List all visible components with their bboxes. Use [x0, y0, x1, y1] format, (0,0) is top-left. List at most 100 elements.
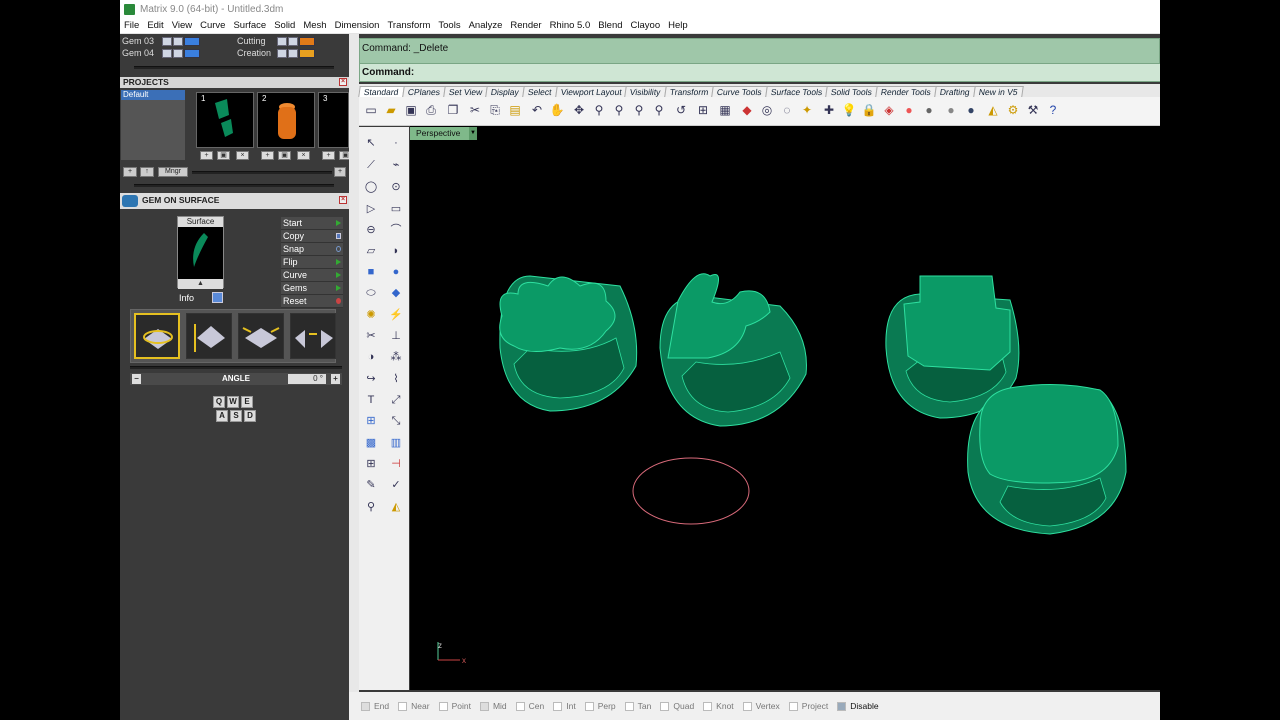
render-preview-icon[interactable]: ● [943, 102, 959, 118]
color-wheel-icon[interactable]: ● [901, 102, 917, 118]
menu-analyze[interactable]: Analyze [469, 20, 503, 31]
scale-icon[interactable]: ⤢ [388, 392, 404, 408]
hatch-icon[interactable]: ▥ [388, 435, 404, 451]
pan-hand-icon[interactable]: ✋ [549, 102, 565, 118]
trim-icon[interactable]: ✂ [363, 328, 379, 344]
layer-row[interactable]: Cutting [237, 35, 316, 47]
osnap-checkbox[interactable] [742, 701, 752, 711]
gem-rotate-icon[interactable] [134, 313, 180, 359]
arc-icon[interactable]: ▷ [363, 201, 379, 217]
osnap-int[interactable]: Int [553, 701, 576, 711]
layer-color-swatch[interactable] [184, 36, 200, 46]
osnap-checkbox[interactable] [660, 701, 670, 711]
projects-zoom-slider[interactable] [192, 171, 332, 174]
rectangle-icon[interactable]: ▭ [388, 201, 404, 217]
save-icon[interactable]: ▣ [403, 102, 419, 118]
tab-viewport-layout[interactable]: Viewport Layout [554, 86, 628, 97]
dim-icon[interactable]: ◭ [985, 102, 1001, 118]
undo-view-icon[interactable]: ↺ [673, 102, 689, 118]
group-icon[interactable]: ⁂ [388, 349, 404, 365]
check-icon[interactable]: ✓ [388, 477, 404, 493]
key-d[interactable]: D [244, 410, 256, 422]
thumb-add-icon[interactable]: + [200, 151, 213, 160]
osnap-cen[interactable]: Cen [515, 701, 544, 711]
control-point-curve-icon[interactable]: ⌁ [388, 157, 404, 173]
four-viewports-icon[interactable]: ⊞ [695, 102, 711, 118]
key-w[interactable]: W [227, 396, 239, 408]
key-a[interactable]: A [216, 410, 228, 422]
point-on-icon[interactable]: ✚ [821, 102, 837, 118]
layer-visible-icon[interactable] [277, 48, 287, 58]
info-icon[interactable] [212, 292, 223, 303]
menu-mesh[interactable]: Mesh [303, 20, 326, 31]
tab-display[interactable]: Display [485, 86, 525, 97]
circle-icon[interactable]: ◯ [363, 179, 379, 195]
help-icon[interactable]: ? [1045, 102, 1061, 118]
thumb-save-icon[interactable]: ▣ [278, 151, 291, 160]
viewport-title-tab[interactable]: Perspective ▼ [410, 127, 477, 140]
polyline-icon[interactable]: ⟋ [363, 157, 379, 173]
menu-rhino[interactable]: Rhino 5.0 [550, 20, 591, 31]
osnap-checkbox[interactable] [788, 701, 798, 711]
fillet-icon[interactable]: ↪ [363, 371, 379, 387]
osnap-checkbox[interactable] [479, 701, 489, 711]
split-icon[interactable]: ⊥ [388, 328, 404, 344]
car-icon[interactable]: ◆ [739, 102, 755, 118]
boolean-icon[interactable]: ◑ [363, 349, 379, 365]
sphere-icon[interactable]: ● [388, 264, 404, 280]
menu-curve[interactable]: Curve [200, 20, 225, 31]
osnap-checkbox[interactable] [515, 701, 525, 711]
tab-standard[interactable]: Standard [358, 86, 405, 97]
surface-expand-icon[interactable]: ▲ [178, 279, 223, 289]
grid-icon[interactable]: ⊞ [363, 456, 379, 472]
layers-splitter[interactable] [134, 66, 334, 69]
reset-button[interactable]: Reset [281, 295, 343, 308]
projects-splitter[interactable] [134, 184, 334, 187]
open-folder-icon[interactable]: ▰ [383, 102, 399, 118]
angle-decrease-button[interactable]: − [132, 374, 141, 384]
layer-row[interactable]: Gem 04 [122, 47, 201, 59]
tab-set-view[interactable]: Set View [442, 86, 488, 97]
up-project-button[interactable]: ↑ [140, 167, 154, 177]
project-default-item[interactable]: Default [121, 90, 185, 100]
layer-lock-icon[interactable] [173, 36, 183, 46]
osnap-checkbox[interactable] [624, 701, 634, 711]
light-bulb-icon[interactable]: 💡 [841, 102, 857, 118]
gem-scroll[interactable] [130, 366, 342, 369]
menu-blend[interactable]: Blend [598, 20, 622, 31]
wireframe-icon[interactable]: ◎ [759, 102, 775, 118]
layer-visible-icon[interactable] [277, 36, 287, 46]
osnap-mid[interactable]: Mid [479, 701, 507, 711]
flip-button[interactable]: Flip [281, 256, 343, 269]
project-thumbnail[interactable]: 2 [257, 92, 315, 148]
named-cplane-icon[interactable]: ▦ [717, 102, 733, 118]
close-icon[interactable]: × [339, 196, 347, 204]
key-e[interactable]: E [241, 396, 253, 408]
osnap-vertex[interactable]: Vertex [742, 701, 780, 711]
tab-transform[interactable]: Transform [664, 86, 715, 97]
layer-lock-icon[interactable] [288, 36, 298, 46]
layer-icon[interactable]: ◈ [881, 102, 897, 118]
loft-icon[interactable]: ◗ [388, 243, 404, 259]
layer-visible-icon[interactable] [162, 36, 172, 46]
add-project-button[interactable]: + [123, 167, 137, 177]
ellipse-icon[interactable]: ⊖ [363, 222, 379, 238]
layer-lock-icon[interactable] [288, 48, 298, 58]
circle-curve[interactable] [632, 457, 750, 525]
osnap-checkbox[interactable] [584, 701, 594, 711]
projects-list[interactable]: Default [121, 90, 185, 160]
zoom-window-icon[interactable]: ⚲ [611, 102, 627, 118]
orient-icon[interactable]: ⤡ [388, 413, 404, 429]
perspective-viewport[interactable]: z x [410, 126, 1160, 690]
layer-color-swatch[interactable] [184, 48, 200, 58]
thumb-delete-icon[interactable]: × [236, 151, 249, 160]
start-button[interactable]: Start [281, 217, 343, 230]
angle-value-input[interactable]: 0 ° [288, 374, 326, 384]
menu-solid[interactable]: Solid [274, 20, 295, 31]
panel-divider[interactable] [349, 34, 359, 692]
menu-surface[interactable]: Surface [233, 20, 266, 31]
osnap-checkbox[interactable] [438, 701, 448, 711]
angle-increase-button[interactable]: + [331, 374, 340, 384]
manager-button[interactable]: Mngr [158, 167, 188, 177]
options-gear-icon[interactable]: ⚙ [1005, 102, 1021, 118]
